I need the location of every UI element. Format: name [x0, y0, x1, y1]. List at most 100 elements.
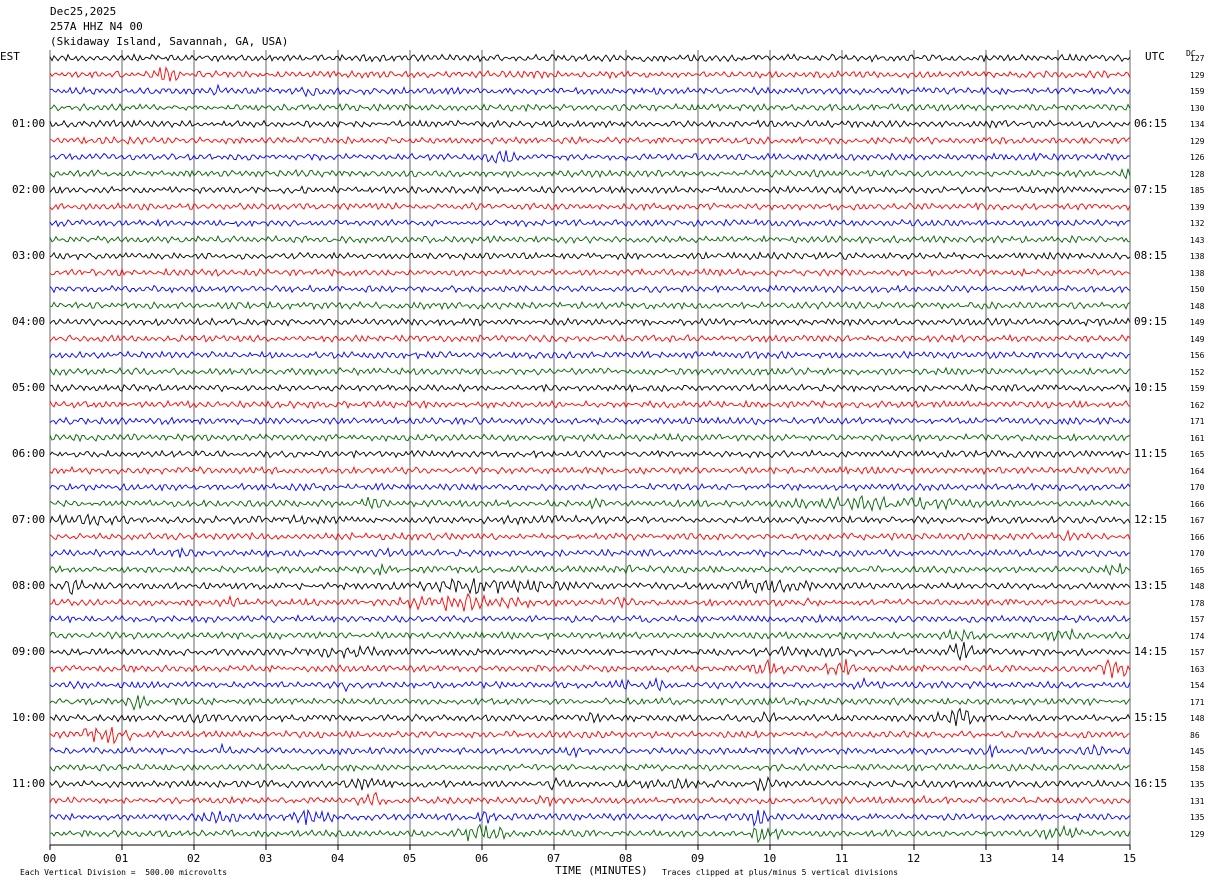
utc-hour-label: 15:15	[1134, 711, 1168, 724]
trace-11	[49, 234, 1130, 245]
dc-value: 157	[1190, 615, 1205, 624]
trace-2	[49, 83, 1131, 98]
trace-41	[49, 726, 1131, 745]
dc-value: 159	[1190, 87, 1205, 96]
trace-45	[49, 791, 1131, 808]
utc-hour-label: 13:15	[1134, 579, 1168, 592]
dc-value: 185	[1190, 186, 1205, 195]
dc-value: 164	[1190, 466, 1205, 476]
dc-value: 163	[1190, 664, 1205, 674]
dc-value: 150	[1190, 285, 1205, 294]
trace-3	[49, 102, 1131, 113]
dc-value: 145	[1190, 747, 1205, 756]
est-hour-label: 09:00	[12, 645, 46, 658]
trace-38	[49, 676, 1131, 693]
trace-5	[49, 135, 1131, 146]
dc-value: 167	[1190, 516, 1205, 525]
trace-32	[49, 577, 1131, 596]
dc-value: 170	[1190, 549, 1205, 558]
trace-13	[49, 267, 1131, 278]
dc-value: 157	[1190, 648, 1205, 657]
x-tick-label: 15	[1123, 852, 1137, 865]
trace-42	[49, 742, 1131, 759]
helicorder-plot	[49, 50, 1131, 850]
utc-hour-label: 12:15	[1134, 513, 1168, 526]
dc-value: 156	[1190, 351, 1205, 360]
trace-31	[49, 562, 1131, 577]
trace-6	[49, 150, 1131, 164]
utc-hour-label: 14:15	[1134, 645, 1168, 658]
dc-value: 129	[1190, 70, 1205, 80]
utc-hour-label: 06:15	[1134, 117, 1168, 130]
trace-4	[49, 119, 1131, 129]
trace-21	[49, 399, 1131, 410]
x-tick-label: 06	[475, 852, 489, 865]
trace-28	[49, 513, 1131, 527]
trace-14	[49, 284, 1131, 294]
dc-value: 166	[1190, 532, 1205, 542]
dc-value: 165	[1190, 450, 1205, 459]
trace-0	[49, 53, 1131, 63]
dc-value: 126	[1190, 153, 1205, 162]
trace-24	[49, 449, 1131, 459]
trace-9	[49, 201, 1131, 212]
est-hour-label: 10:00	[12, 711, 46, 724]
trace-18	[49, 350, 1131, 360]
dc-value: 134	[1190, 120, 1205, 129]
est-hour-label: 01:00	[12, 117, 46, 130]
x-tick-label: 13	[979, 852, 993, 865]
est-hour-label: 06:00	[12, 447, 46, 460]
trace-37	[49, 658, 1131, 679]
dc-value: 127	[1190, 54, 1205, 63]
trace-33	[49, 592, 1131, 612]
dc-value: 148	[1190, 582, 1205, 591]
utc-hour-label: 08:15	[1134, 249, 1168, 262]
trace-47	[49, 823, 1131, 844]
dc-value: 148	[1190, 714, 1205, 723]
trace-15	[49, 300, 1131, 311]
trace-10	[49, 218, 1131, 228]
trace-17	[49, 333, 1131, 344]
dc-value: 132	[1190, 219, 1205, 228]
dc-value: 138	[1190, 268, 1205, 278]
est-hour-label: 08:00	[12, 579, 46, 592]
dc-value: 149	[1190, 334, 1205, 344]
trace-20	[49, 383, 1131, 393]
est-hour-label: 02:00	[12, 183, 46, 196]
dc-value: 174	[1190, 631, 1205, 641]
dc-value: 143	[1190, 235, 1205, 245]
x-axis-ticks	[49, 844, 1131, 850]
trace-39	[49, 694, 1131, 712]
est-hour-label: 03:00	[12, 249, 46, 262]
dc-value: 128	[1190, 169, 1205, 179]
utc-hour-label: 16:15	[1134, 777, 1168, 790]
dc-value: 130	[1190, 103, 1205, 113]
trace-25	[49, 465, 1131, 476]
dc-value: 159	[1190, 384, 1205, 393]
x-tick-label: 02	[187, 852, 201, 865]
est-hour-label: 04:00	[12, 315, 46, 328]
x-axis-title: TIME (MINUTES)	[555, 864, 648, 877]
dc-value: 129	[1190, 829, 1205, 839]
dc-value: 129	[1190, 136, 1205, 146]
dc-value: 165	[1190, 565, 1205, 575]
utc-hour-label: 10:15	[1134, 381, 1168, 394]
trace-44	[49, 775, 1131, 792]
dc-value: 170	[1190, 483, 1205, 492]
trace-22	[49, 416, 1131, 426]
x-tick-label: 10	[763, 852, 777, 865]
trace-27	[49, 494, 1131, 513]
dc-value: 135	[1190, 780, 1205, 789]
dc-value: 158	[1190, 763, 1205, 773]
seismic-traces	[49, 53, 1131, 844]
x-tick-label: 14	[1051, 852, 1065, 865]
trace-43	[49, 762, 1131, 773]
trace-36	[49, 642, 1131, 662]
dc-value: 178	[1190, 598, 1205, 608]
trace-1	[49, 66, 1131, 82]
minute-grid	[49, 50, 1131, 845]
x-tick-label: 09	[691, 852, 705, 865]
x-tick-label: 12	[907, 852, 921, 865]
dc-value: 166	[1190, 499, 1205, 509]
dc-value: 171	[1190, 417, 1205, 426]
